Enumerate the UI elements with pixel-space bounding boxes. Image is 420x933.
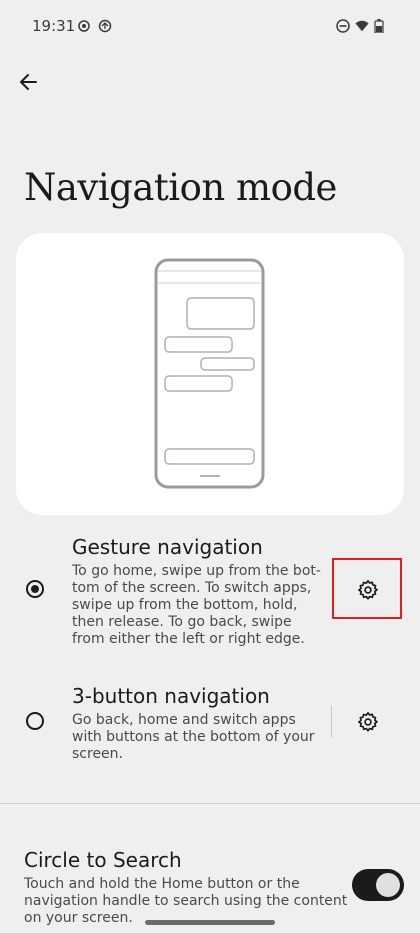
desc-line: from either the left or right edge. [72,631,305,647]
gesture-navigation-radio[interactable] [26,580,44,598]
three-button-navigation-title[interactable]: 3-button navigation [72,684,270,708]
back-button[interactable] [16,68,44,96]
desc-line: To go home, swipe up from the bot- [72,563,321,579]
desc-line: Go back, home and switch apps [72,712,296,728]
do-not-disturb-icon [336,19,350,33]
three-button-navigation-description: Go back, home and switch apps with butto… [72,712,315,763]
desc-line: navigation handle to search using the co… [24,893,348,909]
circle-to-search-title[interactable]: Circle to Search [24,848,182,872]
phone-illustration [154,258,265,489]
circle-to-search-toggle[interactable] [352,869,404,901]
desc-line: then release. To go back, swipe [72,614,292,630]
three-button-navigation-radio[interactable] [26,712,44,730]
desc-line: swipe up from the bottom, hold, [72,597,298,613]
status-time: 19:31 [32,17,76,35]
desc-line: Touch and hold the Home button or the [24,876,300,892]
three-button-settings-button[interactable] [357,711,379,733]
section-divider [0,803,420,804]
desc-line: tom of the screen. To switch apps, [72,580,312,596]
radio-selected-dot [31,585,39,593]
gear-icon [358,712,378,732]
navigation-handle[interactable] [145,920,275,925]
wifi-icon [355,20,369,32]
battery-icon [374,19,384,33]
vertical-divider [331,706,332,738]
gesture-navigation-title[interactable]: Gesture navigation [72,535,263,559]
location-icon [78,20,90,32]
highlight-box [332,558,402,619]
sync-icon [98,19,112,33]
gesture-navigation-description: To go home, swipe up from the bot- tom o… [72,563,321,648]
desc-line: screen. [72,746,123,762]
toggle-knob [376,873,400,897]
desc-line: with buttons at the bottom of your [72,729,315,745]
arrow-left-icon [20,74,37,90]
navigation-illustration [16,233,404,515]
page-title: Navigation mode [24,166,337,209]
